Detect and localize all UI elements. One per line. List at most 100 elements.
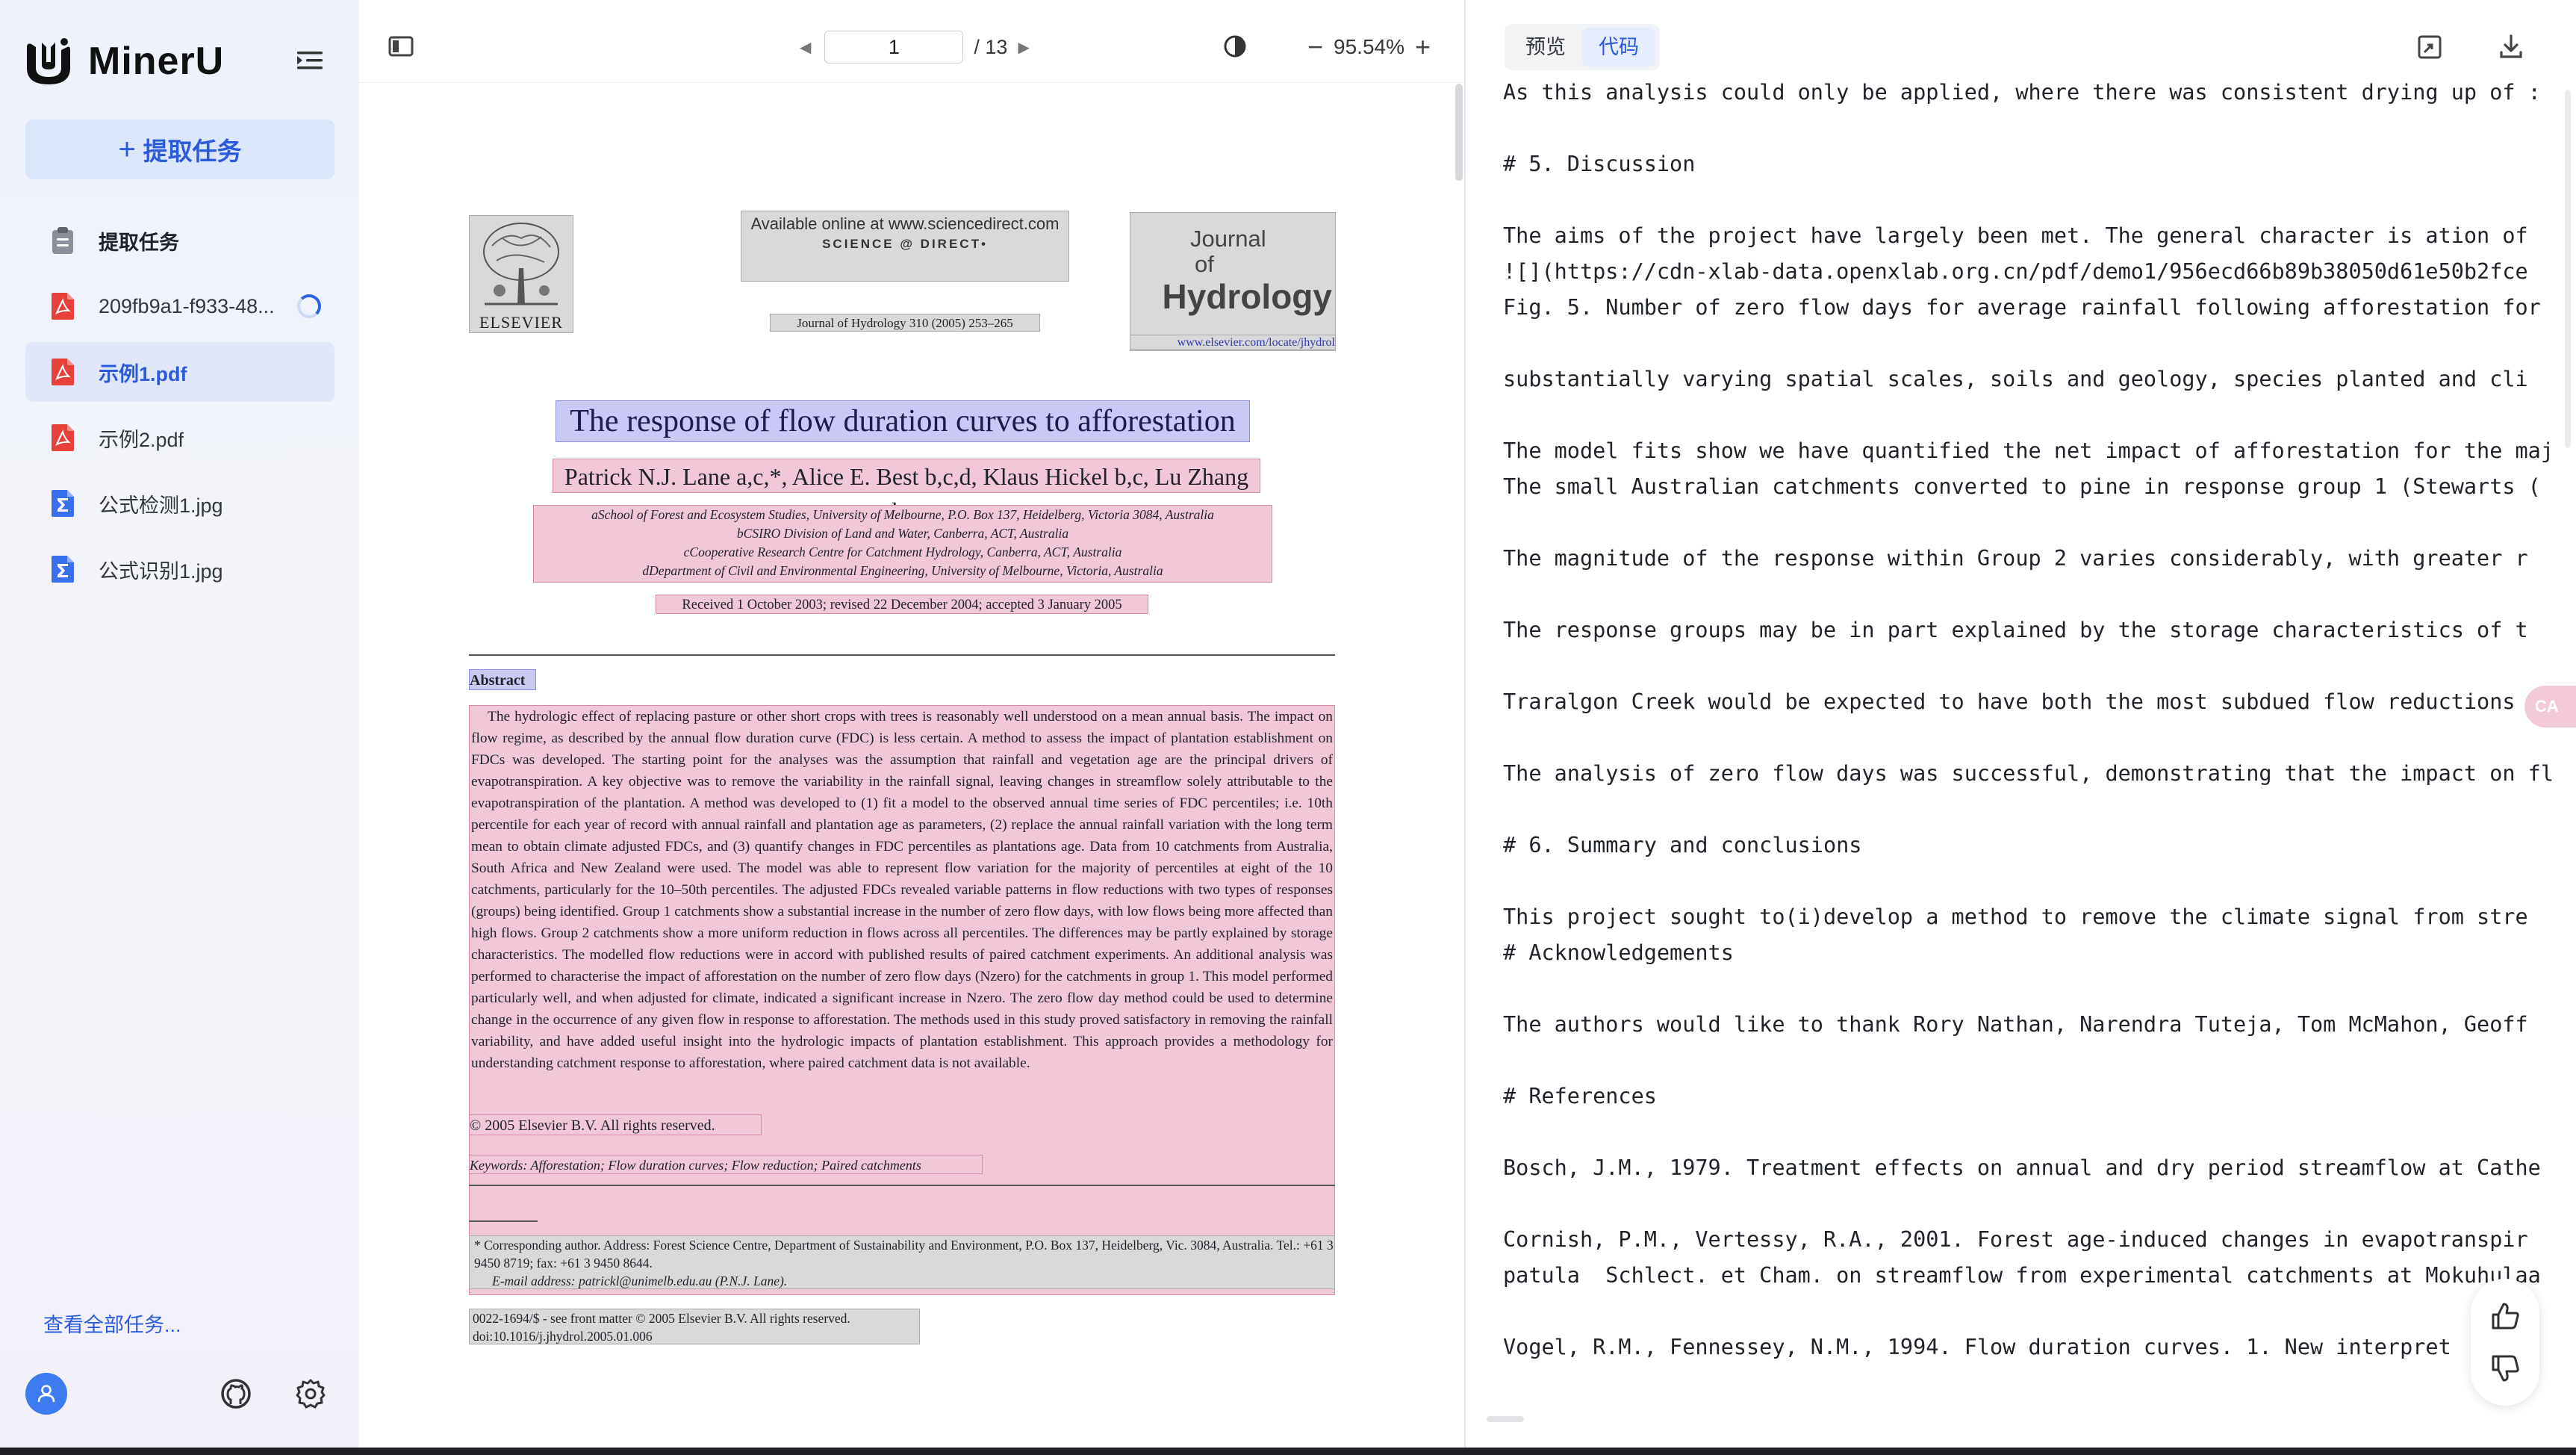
journal-cover: Journal of Hydrology xyxy=(1130,212,1336,351)
tab-preview[interactable]: 预览 xyxy=(1509,28,1582,66)
footnote-corresponding: * Corresponding author. Address: Forest … xyxy=(469,1235,1335,1289)
view-tabs: 预览 代码 xyxy=(1505,24,1660,70)
code-line: The analysis of zero flow days was succe… xyxy=(1503,761,2554,786)
zoom-control: − 95.54% + xyxy=(1297,30,1441,64)
mineru-logo-icon xyxy=(27,38,70,84)
view-all-tasks-link[interactable]: 查看全部任务... xyxy=(43,1309,181,1338)
sidebar-item-tasks[interactable]: 提取任务 xyxy=(25,211,335,270)
journal-citation: Journal of Hydrology 310 (2005) 253–265 xyxy=(770,314,1040,332)
markdown-hscrollbar[interactable] xyxy=(1487,1416,1524,1422)
task-list: 提取任务 209fb9a1-f933-48... 示例1.pdf 示例2.pdf… xyxy=(25,211,335,605)
plus-icon: + xyxy=(118,132,136,166)
code-line: Fig. 5. Number of zero flow days for ave… xyxy=(1503,295,2541,320)
pdf-file-icon xyxy=(52,293,74,320)
keywords-line: Keywords: Afforestation; Flow duration c… xyxy=(469,1155,983,1174)
prev-page-icon[interactable]: ◀ xyxy=(800,38,811,57)
sidebar-item-file[interactable]: 公式识别1.jpg xyxy=(25,539,335,599)
footnote-email: E-mail address: patrickl@unimelb.edu.au … xyxy=(492,1273,788,1288)
thumbs-up-icon[interactable] xyxy=(2489,1300,2521,1333)
code-line: The authors would like to thank Rory Nat… xyxy=(1503,1012,2528,1037)
doi-line: doi:10.1016/j.jhydrol.2005.01.006 xyxy=(473,1329,653,1344)
affiliations: aSchool of Forest and Ecosystem Studies,… xyxy=(533,505,1272,583)
code-line: The response groups may be in part expla… xyxy=(1503,618,2528,642)
settings-icon[interactable] xyxy=(294,1377,327,1410)
github-icon[interactable] xyxy=(220,1377,252,1410)
zoom-out-button[interactable]: − xyxy=(1297,31,1334,63)
code-line: # Acknowledgements xyxy=(1503,940,1734,965)
sidebar-item-file[interactable]: 示例2.pdf xyxy=(25,408,335,468)
received-dates: Received 1 October 2003; revised 22 Dece… xyxy=(656,595,1148,614)
collapse-icon[interactable] xyxy=(293,43,327,78)
sidebar-item-file[interactable]: 209fb9a1-f933-48... xyxy=(25,276,335,336)
sidebar-footer xyxy=(25,1371,335,1416)
download-icon[interactable] xyxy=(2496,31,2526,61)
clipboard-icon xyxy=(52,227,73,254)
avatar[interactable] xyxy=(25,1373,67,1415)
markdown-code: As this analysis could only be applied, … xyxy=(1503,75,2563,1404)
paper-authors: Patrick N.J. Lane a,c,*, Alice E. Best b… xyxy=(553,459,1260,524)
code-line: ![](https://cdn-xlab-data.openxlab.org.c… xyxy=(1503,259,2528,284)
pdf-file-icon xyxy=(52,424,74,451)
affiliation-b: bCSIRO Division of Land and Water, Canbe… xyxy=(736,526,1069,541)
issn-doi: 0022-1694/$ - see front matter © 2005 El… xyxy=(469,1309,920,1344)
markdown-scrollbar[interactable] xyxy=(2565,90,2571,448)
divider xyxy=(469,1185,1335,1186)
formula-file-icon xyxy=(52,490,74,517)
code-line: As this analysis could only be applied, … xyxy=(1503,80,2541,105)
abstract-heading: Abstract xyxy=(469,669,536,690)
code-line: The model fits show we have quantified t… xyxy=(1503,438,2554,463)
elsevier-logo: ELSEVIER xyxy=(469,215,573,333)
code-line: # 5. Discussion xyxy=(1503,152,1696,176)
code-line: The aims of the project have largely bee… xyxy=(1503,223,2528,248)
total-pages: / 13 xyxy=(974,35,1008,58)
page-navigator: ◀ / 13 ▶ xyxy=(800,30,1030,64)
code-line: substantially varying spatial scales, so… xyxy=(1503,367,2528,391)
code-line: This project sought to(i)develop a metho… xyxy=(1503,905,2528,929)
brand: MinerU xyxy=(22,30,224,93)
markdown-toolbar: 预览 代码 xyxy=(1466,0,2576,82)
sidebar-item-label: 公式识别1.jpg xyxy=(99,559,223,583)
sidebar-item-file[interactable]: 示例1.pdf xyxy=(25,342,335,402)
feedback-widget xyxy=(2471,1279,2539,1406)
abstract-body: The hydrologic effect of replacing pastu… xyxy=(469,705,1335,1295)
sidebar-item-label: 提取任务 xyxy=(99,231,179,254)
page-number-input[interactable] xyxy=(824,31,964,63)
pdf-toolbar: ◀ / 13 ▶ − 95.54% + xyxy=(359,0,1464,83)
sidebar: MinerU + 提取任务 提取任务 209fb9a1-f933-48... 示… xyxy=(0,0,359,1448)
abstract-text: The hydrologic effect of replacing pastu… xyxy=(471,709,1333,1071)
tab-code[interactable]: 代码 xyxy=(1582,28,1655,66)
copyright-line: © 2005 Elsevier B.V. All rights reserved… xyxy=(469,1114,762,1135)
sidebar-item-label: 示例2.pdf xyxy=(99,428,184,451)
affiliation-a: aSchool of Forest and Ecosystem Studies,… xyxy=(591,507,1214,522)
code-line: Traralgon Creek would be expected to hav… xyxy=(1503,689,2541,714)
thumbs-down-icon[interactable] xyxy=(2489,1352,2521,1385)
zoom-in-button[interactable]: + xyxy=(1404,31,1441,63)
code-line: Vogel, R.M., Fennessey, N.M., 1994. Flow… xyxy=(1503,1335,2528,1359)
sidebar-item-label: 209fb9a1-f933-48... xyxy=(99,294,275,317)
floating-side-tab[interactable]: CA xyxy=(2524,686,2576,728)
formula-file-icon xyxy=(52,556,74,583)
sidebar-toggle-icon[interactable] xyxy=(386,31,416,61)
code-line: The magnitude of the response within Gro… xyxy=(1503,546,2528,571)
avatar-icon xyxy=(37,1385,55,1403)
journal-url: www.elsevier.com/locate/jhydrol xyxy=(1130,335,1336,350)
next-page-icon[interactable]: ▶ xyxy=(1018,38,1029,57)
footnote-divider xyxy=(469,1220,538,1222)
code-line: Cornish, P.M., Vertessy, R.A., 2001. For… xyxy=(1503,1227,2528,1252)
zoom-level: 95.54% xyxy=(1334,35,1404,58)
new-task-button[interactable]: + 提取任务 xyxy=(25,120,335,179)
pdf-scrollbar[interactable] xyxy=(1455,84,1463,181)
divider xyxy=(469,654,1335,656)
journal-name-line3: Hydrology xyxy=(1162,277,1332,316)
contrast-icon[interactable] xyxy=(1222,33,1248,60)
sidebar-item-label: 示例1.pdf xyxy=(99,362,187,385)
footnote-address: * Corresponding author. Address: Forest … xyxy=(474,1238,1334,1271)
sidebar-item-file[interactable]: 公式检测1.jpg xyxy=(25,474,335,533)
new-task-label: 提取任务 xyxy=(143,137,242,165)
fullscreen-icon[interactable] xyxy=(2415,33,2444,61)
journal-name-line2: of xyxy=(1195,251,1214,277)
code-line: patula Schlect. et Cham. on streamflow f… xyxy=(1503,1263,2541,1288)
elsevier-wordmark: ELSEVIER xyxy=(479,313,563,332)
issn-line: 0022-1694/$ - see front matter © 2005 El… xyxy=(473,1311,850,1326)
screen-bottom-edge xyxy=(0,1448,2576,1455)
